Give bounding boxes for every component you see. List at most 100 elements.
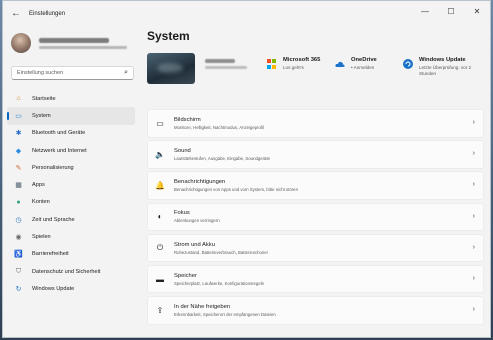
- chevron-right-icon: ›: [472, 150, 475, 158]
- sidebar-item-startseite[interactable]: ⌂ Startseite: [7, 90, 135, 107]
- search-input[interactable]: Einstellung suchen ⌕: [11, 66, 134, 80]
- chevron-right-icon: ›: [472, 212, 475, 220]
- title-bar: ← Einstellungen — ☐ ✕: [3, 1, 490, 26]
- blurred-device-name: [205, 59, 235, 63]
- sidebar-item-label: Konten: [32, 199, 50, 206]
- update-icon: [403, 59, 413, 69]
- card-title: Benachrichtigungen: [174, 179, 226, 186]
- storage-icon: ▬: [156, 274, 164, 284]
- card-subtitle: Ruhezustand, Batterieverbrauch, Batterie…: [174, 249, 269, 255]
- microsoft365-title: Microsoft 365: [283, 57, 321, 63]
- speaker-icon: 🔈: [155, 149, 165, 159]
- settings-card-storage[interactable]: ▬ Speicher Speicherplatz, Laufwerke, Konfi…: [147, 264, 484, 294]
- chevron-right-icon: ›: [472, 181, 475, 189]
- card-title: Strom und Akku: [174, 241, 215, 248]
- sidebar-item-spielen[interactable]: ◉ Spielen: [7, 228, 135, 245]
- chevron-right-icon: ›: [472, 119, 475, 126]
- display-icon: ▭: [156, 118, 164, 128]
- sidebar-item-personalisierung[interactable]: ✎ Personalisierung: [7, 159, 135, 176]
- settings-card-speaker[interactable]: 🔈 Sound Lautstärkestufen, Ausgabe, Eingabe…: [147, 140, 484, 169]
- sidebar-item-label: Bluetooth und Geräte: [32, 130, 86, 137]
- sidebar-item-barrierefreiheit[interactable]: ♿ Barrierefreiheit: [7, 246, 135, 263]
- cloud-icon: [335, 61, 345, 67]
- card-title: Fokus: [174, 210, 190, 217]
- settings-card-bell[interactable]: 🔔 Benachrichtigungen Benachrichtigungen vo…: [147, 171, 484, 200]
- apps-icon: ▦: [15, 182, 22, 190]
- blurred-user-email: [39, 45, 127, 49]
- brush-icon: ✎: [15, 164, 22, 172]
- microsoft365-tile[interactable]: Microsoft 365 Los geht's: [267, 57, 320, 71]
- window-controls: — ☐ ✕: [412, 1, 490, 21]
- sidebar-item-system[interactable]: ▭ System: [7, 107, 135, 125]
- sidebar: Einstellung suchen ⌕ ⌂ Startseite ▭ System ✱…: [3, 26, 139, 337]
- sidebar-item-netzwerk-und-internet[interactable]: ◆ Netzwerk und Internet: [7, 142, 135, 159]
- blurred-user-name: [39, 37, 109, 43]
- blurred-device-detail: [205, 66, 247, 69]
- sidebar-item-label: Windows Update: [32, 285, 75, 292]
- card-subtitle: Benachrichtigungen von Apps und vom Syst…: [174, 187, 298, 193]
- settings-cards: ▭ Bildschirm Monitore, Helligkeit, Nachtmo…: [147, 109, 484, 327]
- device-banner: Microsoft 365 Los geht's OneDrive • Anme…: [139, 49, 490, 93]
- shield-icon: ⛉: [15, 267, 22, 275]
- share-icon: ⇪: [156, 305, 164, 315]
- main-content: System Microsoft 365 Los geht's OneDrive: [139, 26, 490, 337]
- sidebar-item-bluetooth-und-geräte[interactable]: ✱ Bluetooth und Geräte: [7, 125, 135, 142]
- sidebar-item-label: Spielen: [32, 234, 51, 241]
- gamepad-icon: ◉: [15, 234, 22, 242]
- microsoft365-sub: Los geht's: [283, 65, 304, 70]
- bell-icon: 🔔: [155, 181, 165, 191]
- sidebar-item-windows-update[interactable]: ↻ Windows Update: [7, 280, 135, 297]
- onedrive-tile[interactable]: OneDrive • Anmelden: [335, 57, 377, 71]
- sidebar-item-label: System: [32, 112, 51, 119]
- search-placeholder: Einstellung suchen: [17, 70, 64, 76]
- page-title: System: [147, 29, 190, 43]
- windows-update-title: Windows Update: [419, 57, 466, 63]
- windows-update-tile[interactable]: Windows Update Letzte Überprüfung: vor 2…: [403, 57, 471, 77]
- avatar: [11, 33, 31, 53]
- maximize-icon[interactable]: ☐: [438, 1, 464, 21]
- card-subtitle: Erkennbarkeit, Speicherort der empfangen…: [174, 311, 276, 317]
- card-title: Speicher: [174, 272, 197, 279]
- settings-card-display[interactable]: ▭ Bildschirm Monitore, Helligkeit, Nachtmo…: [147, 109, 484, 138]
- sidebar-item-zeit-und-sprache[interactable]: ◷ Zeit und Sprache: [7, 211, 135, 228]
- card-title: Bildschirm: [174, 116, 201, 123]
- device-thumbnail: [147, 53, 195, 84]
- card-subtitle: Lautstärkestufen, Ausgabe, Eingabe, Soun…: [174, 155, 271, 161]
- close-icon[interactable]: ✕: [464, 1, 490, 21]
- home-icon: ⌂: [16, 95, 21, 103]
- sidebar-item-apps[interactable]: ▦ Apps: [7, 176, 135, 193]
- back-arrow-icon[interactable]: ←: [7, 5, 25, 23]
- power-icon: ⏻: [156, 243, 164, 252]
- user-profile[interactable]: [11, 26, 139, 60]
- card-title: Sound: [174, 147, 191, 154]
- sidebar-item-datenschutz-und-sicherheit[interactable]: ⛉ Datenschutz und Sicherheit: [7, 263, 135, 280]
- settings-window: ← Einstellungen — ☐ ✕ Einstellung suchen…: [2, 0, 491, 338]
- chevron-right-icon: ›: [472, 243, 475, 251]
- sidebar-item-label: Barrierefreiheit: [32, 251, 69, 258]
- minimize-icon[interactable]: —: [412, 1, 438, 21]
- card-subtitle: Speicherplatz, Laufwerke, Konfigurations…: [174, 280, 265, 286]
- card-title: In der Nähe freigeben: [174, 303, 231, 310]
- card-subtitle: Monitore, Helligkeit, Nachtmodus, Anzeig…: [174, 124, 265, 130]
- sidebar-item-label: Netzwerk und Internet: [32, 147, 87, 154]
- nav-list: ⌂ Startseite ▭ System ✱ Bluetooth und Geräte ◆…: [3, 90, 139, 298]
- onedrive-sub: • Anmelden: [351, 65, 375, 70]
- settings-card-share[interactable]: ⇪ In der Nähe freigeben Erkennbarkeit, Spe…: [147, 296, 484, 325]
- sidebar-item-konten[interactable]: ● Konten: [7, 194, 135, 211]
- wifi-icon: ◆: [15, 147, 22, 155]
- onedrive-title: OneDrive: [351, 57, 377, 63]
- windows-update-sub-line2: Stunden: [419, 71, 437, 76]
- settings-card-focus[interactable]: ◐ Fokus Ablenkungen verringern ›: [147, 202, 484, 232]
- card-subtitle: Ablenkungen verringern: [174, 218, 220, 224]
- sidebar-item-label: Startseite: [32, 95, 56, 102]
- sidebar-item-label: Personalisierung: [32, 164, 74, 171]
- microsoft365-icon: [267, 59, 277, 69]
- settings-card-power[interactable]: ⏻ Strom und Akku Ruhezustand, Batterieverb…: [147, 233, 484, 263]
- sidebar-item-label: Apps: [32, 182, 45, 189]
- update-icon: ↻: [15, 285, 22, 293]
- focus-icon: ◐: [157, 212, 163, 222]
- chevron-right-icon: ›: [472, 274, 475, 282]
- account-icon: ●: [16, 198, 21, 206]
- sidebar-item-label: Zeit und Sprache: [32, 216, 75, 223]
- bluetooth-icon: ✱: [15, 130, 22, 138]
